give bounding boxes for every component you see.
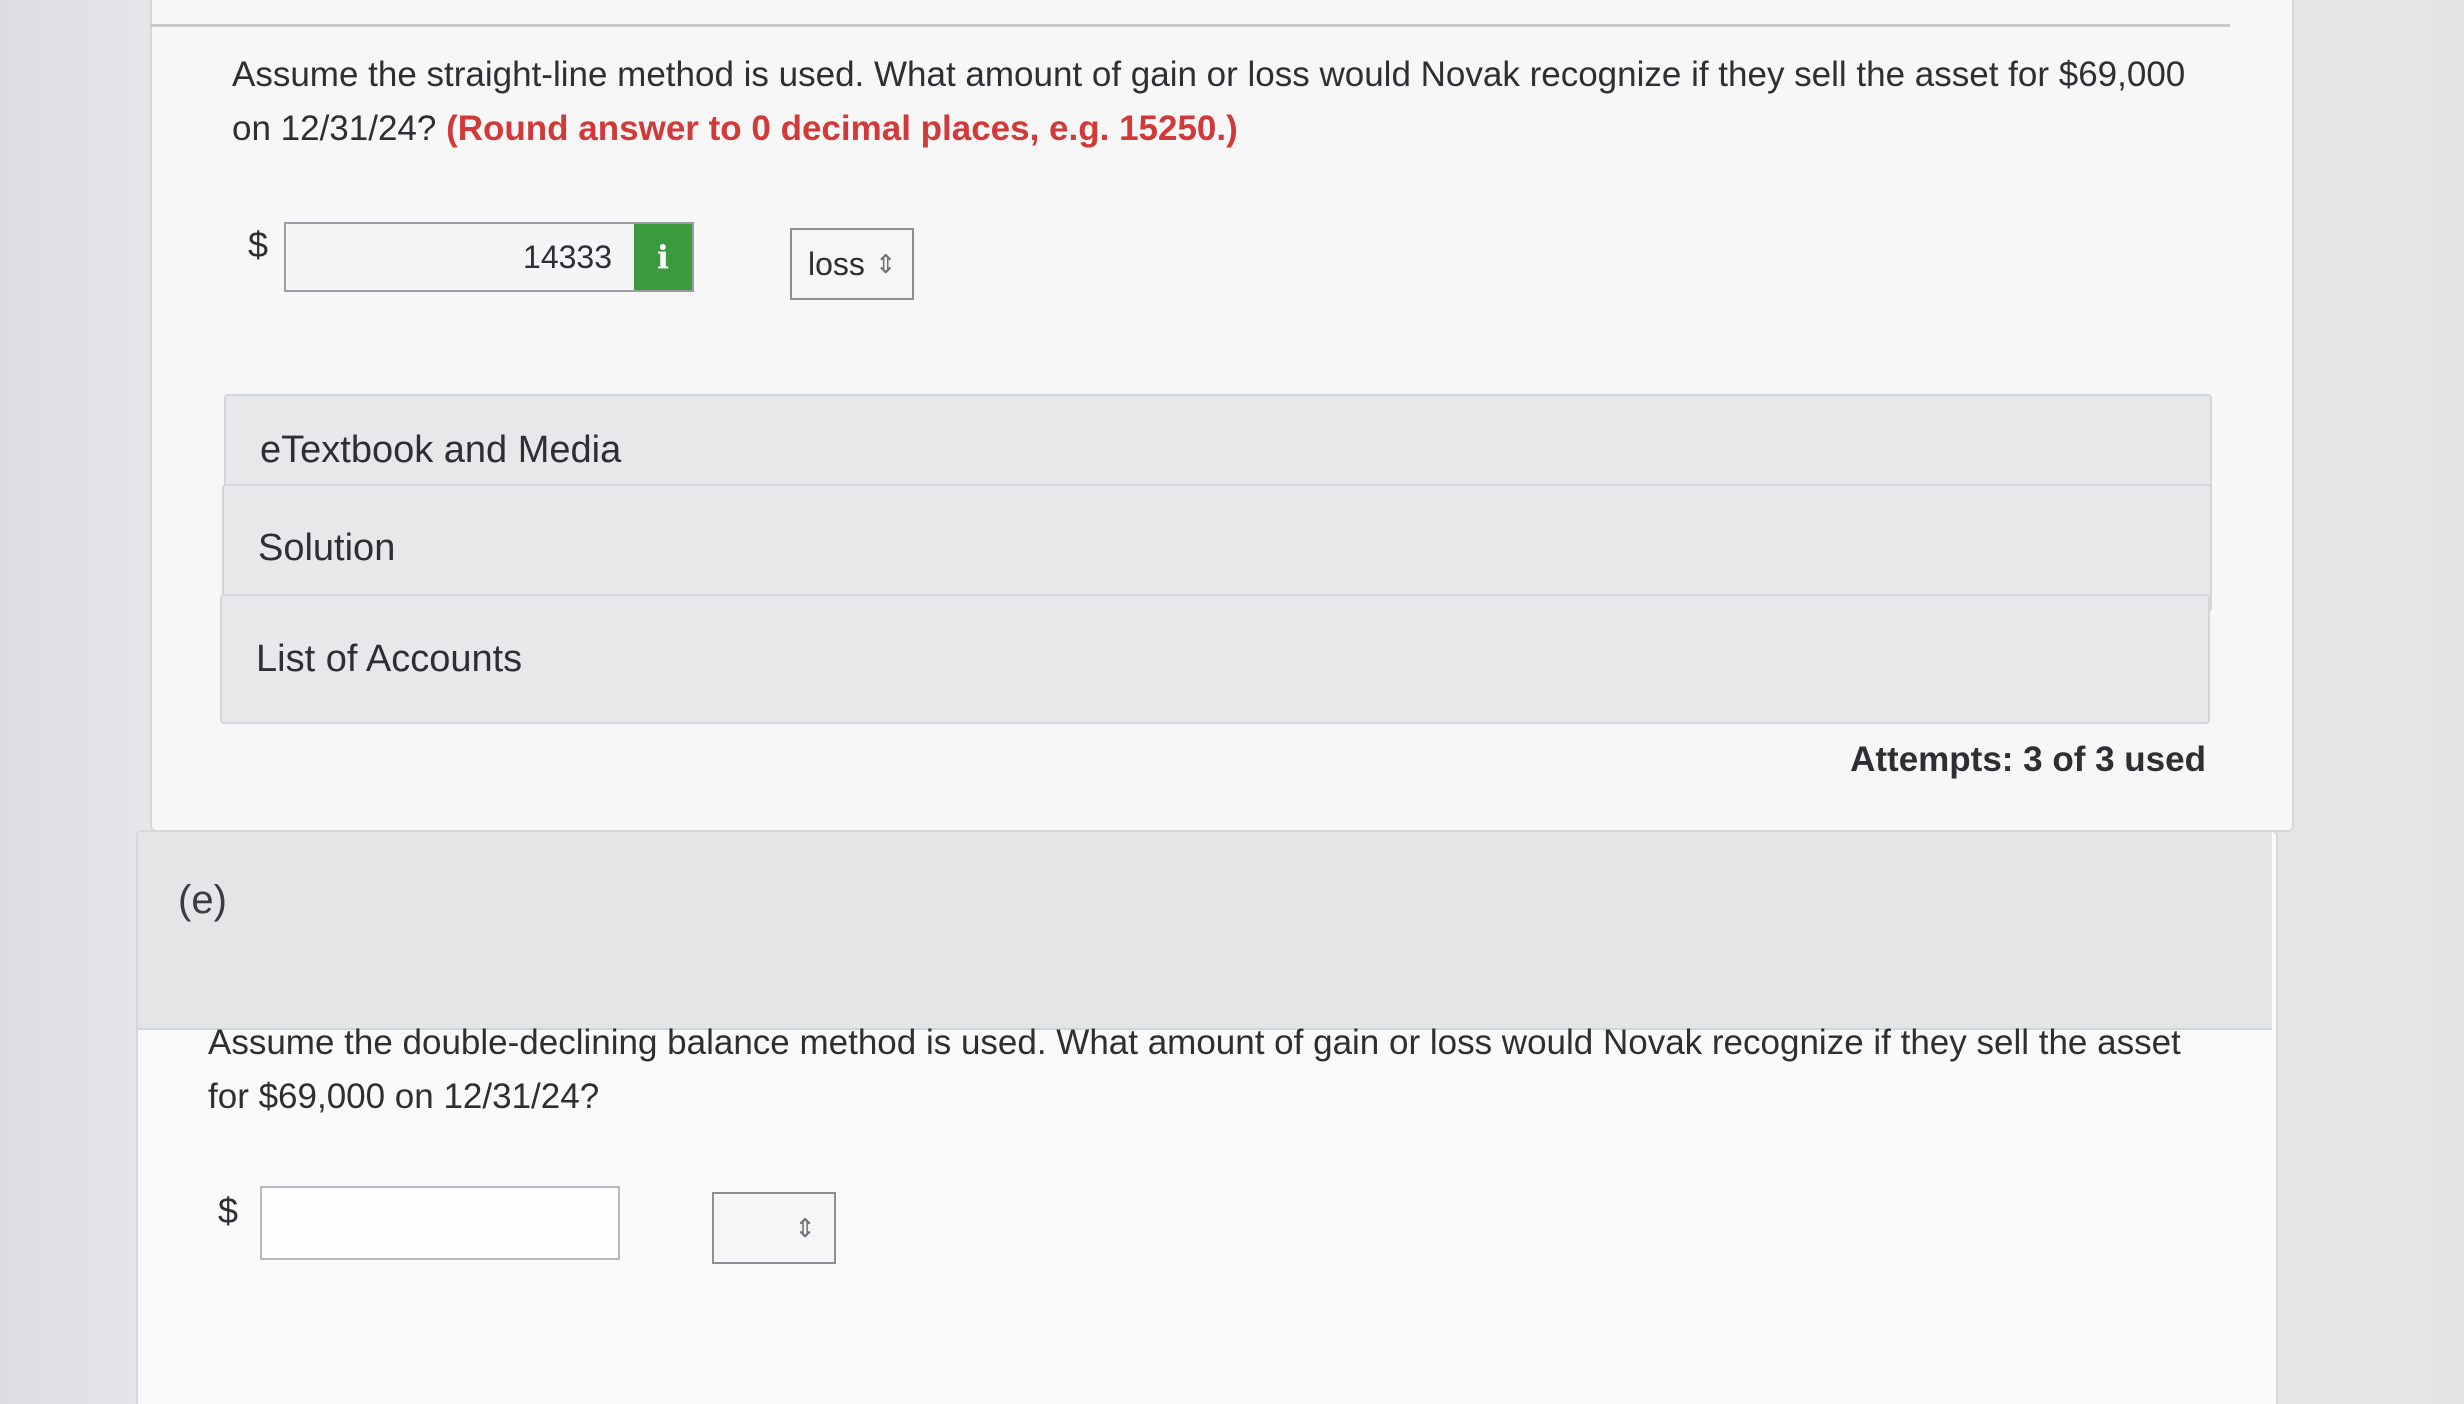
part-d-gain-loss-select[interactable]: loss ⇕ — [790, 228, 914, 300]
chevron-up-down-icon: ⇕ — [874, 248, 897, 279]
part-d-answer-input[interactable]: 14333 i — [284, 222, 694, 292]
currency-symbol: $ — [218, 1190, 239, 1231]
solution-label: Solution — [258, 526, 396, 569]
part-e-answer-input[interactable] — [260, 1186, 620, 1260]
part-e-gain-loss-select[interactable]: ⇕ — [712, 1192, 836, 1264]
etextbook-media-label: eTextbook and Media — [260, 428, 622, 471]
list-of-accounts-panel[interactable]: List of Accounts — [220, 594, 2210, 724]
attempts-counter: Attempts: 3 of 3 used — [1850, 740, 2206, 779]
top-divider — [150, 0, 2230, 27]
info-icon[interactable]: i — [634, 224, 692, 290]
list-of-accounts-label: List of Accounts — [256, 637, 523, 680]
rounding-note: (Round answer to 0 decimal places, e.g. … — [446, 109, 1238, 148]
part-e-label: (e) — [178, 878, 227, 922]
part-d-question: Assume the straight-line method is used.… — [232, 48, 2232, 156]
chevron-up-down-icon: ⇕ — [794, 1212, 816, 1243]
currency-symbol: $ — [248, 224, 269, 265]
part-d-answer-value[interactable]: 14333 — [286, 224, 634, 290]
solution-panel[interactable]: Solution — [222, 484, 2212, 612]
part-e-header — [138, 832, 2272, 1030]
part-d-select-value: loss — [808, 245, 865, 282]
part-e-question: Assume the double-declining balance meth… — [208, 1023, 2181, 1116]
page: Assume the straight-line method is used.… — [0, 0, 2464, 1404]
